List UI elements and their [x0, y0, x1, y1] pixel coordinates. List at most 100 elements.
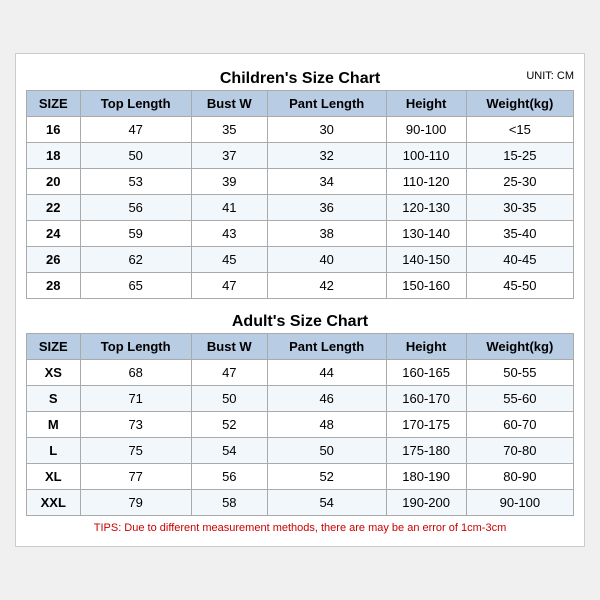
children-col-pant-length: Pant Length	[267, 91, 386, 117]
children-col-weight: Weight(kg)	[466, 91, 573, 117]
table-cell: XXL	[27, 490, 81, 516]
adults-header-row: SIZE Top Length Bust W Pant Length Heigh…	[27, 334, 574, 360]
table-cell: 28	[27, 273, 81, 299]
table-row: 20533934110-12025-30	[27, 169, 574, 195]
table-cell: 47	[191, 360, 267, 386]
table-cell: XS	[27, 360, 81, 386]
children-header-row: SIZE Top Length Bust W Pant Length Heigh…	[27, 91, 574, 117]
table-cell: 77	[80, 464, 191, 490]
table-cell: <15	[466, 117, 573, 143]
table-row: 26624540140-15040-45	[27, 247, 574, 273]
table-cell: 50-55	[466, 360, 573, 386]
tips-text: TIPS: Due to different measurement metho…	[26, 516, 574, 536]
table-cell: 120-130	[386, 195, 466, 221]
size-chart: Children's Size Chart UNIT: CM SIZE Top …	[15, 53, 585, 547]
table-cell: 62	[80, 247, 191, 273]
table-cell: 68	[80, 360, 191, 386]
table-cell: 58	[191, 490, 267, 516]
table-cell: 45-50	[466, 273, 573, 299]
table-cell: 26	[27, 247, 81, 273]
table-row: 24594338130-14035-40	[27, 221, 574, 247]
children-col-size: SIZE	[27, 91, 81, 117]
table-cell: 90-100	[386, 117, 466, 143]
table-cell: 130-140	[386, 221, 466, 247]
table-row: XL775652180-19080-90	[27, 464, 574, 490]
table-row: XXL795854190-20090-100	[27, 490, 574, 516]
table-cell: 50	[80, 143, 191, 169]
children-col-bust-w: Bust W	[191, 91, 267, 117]
table-cell: 41	[191, 195, 267, 221]
adults-size-table: SIZE Top Length Bust W Pant Length Heigh…	[26, 333, 574, 516]
table-cell: 75	[80, 438, 191, 464]
table-row: 28654742150-16045-50	[27, 273, 574, 299]
table-cell: 48	[267, 412, 386, 438]
table-row: 1647353090-100<15	[27, 117, 574, 143]
table-cell: 56	[191, 464, 267, 490]
table-cell: 22	[27, 195, 81, 221]
table-cell: XL	[27, 464, 81, 490]
table-cell: 44	[267, 360, 386, 386]
table-cell: 20	[27, 169, 81, 195]
table-row: S715046160-17055-60	[27, 386, 574, 412]
adults-section-title: Adult's Size Chart	[26, 307, 574, 333]
table-cell: 32	[267, 143, 386, 169]
table-cell: 160-170	[386, 386, 466, 412]
table-cell: 59	[80, 221, 191, 247]
table-cell: 110-120	[386, 169, 466, 195]
adults-col-size: SIZE	[27, 334, 81, 360]
adults-col-top-length: Top Length	[80, 334, 191, 360]
table-cell: 35-40	[466, 221, 573, 247]
table-cell: 38	[267, 221, 386, 247]
table-cell: 53	[80, 169, 191, 195]
table-cell: 52	[267, 464, 386, 490]
table-cell: 47	[191, 273, 267, 299]
children-col-top-length: Top Length	[80, 91, 191, 117]
table-cell: 70-80	[466, 438, 573, 464]
table-cell: 43	[191, 221, 267, 247]
table-cell: 36	[267, 195, 386, 221]
children-section-title: Children's Size Chart UNIT: CM	[26, 64, 574, 90]
table-cell: 34	[267, 169, 386, 195]
table-cell: 73	[80, 412, 191, 438]
table-cell: 170-175	[386, 412, 466, 438]
table-cell: 65	[80, 273, 191, 299]
adults-col-pant-length: Pant Length	[267, 334, 386, 360]
children-size-table: SIZE Top Length Bust W Pant Length Heigh…	[26, 90, 574, 299]
adults-col-weight: Weight(kg)	[466, 334, 573, 360]
table-cell: 24	[27, 221, 81, 247]
table-cell: 16	[27, 117, 81, 143]
table-cell: 90-100	[466, 490, 573, 516]
adults-title-text: Adult's Size Chart	[232, 313, 368, 330]
table-cell: S	[27, 386, 81, 412]
table-cell: 40	[267, 247, 386, 273]
table-cell: 190-200	[386, 490, 466, 516]
adults-col-bust-w: Bust W	[191, 334, 267, 360]
table-cell: 50	[267, 438, 386, 464]
table-cell: M	[27, 412, 81, 438]
table-cell: 79	[80, 490, 191, 516]
table-cell: 30-35	[466, 195, 573, 221]
table-cell: 50	[191, 386, 267, 412]
table-cell: 54	[267, 490, 386, 516]
children-title-text: Children's Size Chart	[220, 70, 380, 87]
table-cell: 52	[191, 412, 267, 438]
table-cell: 71	[80, 386, 191, 412]
table-cell: 55-60	[466, 386, 573, 412]
table-row: L755450175-18070-80	[27, 438, 574, 464]
table-cell: 18	[27, 143, 81, 169]
table-row: 22564136120-13030-35	[27, 195, 574, 221]
table-cell: 160-165	[386, 360, 466, 386]
table-cell: 42	[267, 273, 386, 299]
adults-col-height: Height	[386, 334, 466, 360]
table-cell: 175-180	[386, 438, 466, 464]
children-unit-label: UNIT: CM	[526, 70, 574, 82]
table-cell: 46	[267, 386, 386, 412]
table-cell: 60-70	[466, 412, 573, 438]
table-cell: 35	[191, 117, 267, 143]
table-cell: 56	[80, 195, 191, 221]
table-cell: 80-90	[466, 464, 573, 490]
table-cell: 54	[191, 438, 267, 464]
table-cell: 15-25	[466, 143, 573, 169]
table-cell: 40-45	[466, 247, 573, 273]
table-cell: 45	[191, 247, 267, 273]
